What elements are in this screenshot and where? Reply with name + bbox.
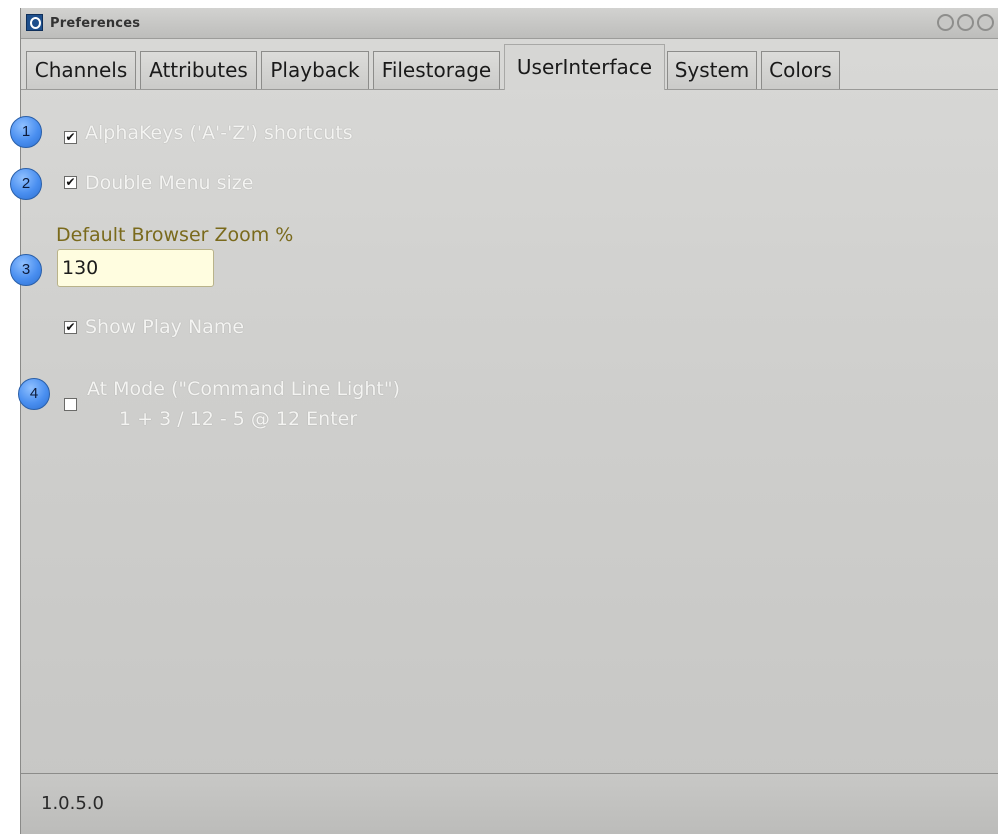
- tab-bar: Channels Attributes Playback Filestorage…: [21, 39, 998, 90]
- status-bar: 1.0.5.0: [21, 773, 998, 834]
- tab-userinterface[interactable]: UserInterface: [504, 44, 665, 90]
- checkmark-icon: ✔: [65, 175, 76, 189]
- callout-3: 3: [10, 254, 42, 286]
- minimize-button[interactable]: [937, 14, 954, 31]
- callout-2: 2: [10, 168, 42, 200]
- tab-filestorage[interactable]: Filestorage: [373, 51, 500, 89]
- browser-zoom-input[interactable]: [57, 249, 214, 287]
- window-title: Preferences: [50, 16, 141, 31]
- tab-playback[interactable]: Playback: [261, 51, 369, 89]
- close-button[interactable]: [977, 14, 994, 31]
- preferences-window: Preferences Channels Attributes Playback…: [20, 8, 998, 834]
- show-play-name-checkbox[interactable]: ✔: [64, 321, 77, 334]
- callout-1: 1: [10, 116, 42, 148]
- tab-attributes[interactable]: Attributes: [140, 51, 257, 89]
- at-mode-checkbox[interactable]: [64, 398, 77, 411]
- tab-colors[interactable]: Colors: [761, 51, 840, 89]
- maximize-button[interactable]: [957, 14, 974, 31]
- double-menu-checkbox[interactable]: ✔: [64, 176, 77, 189]
- checkmark-icon: ✔: [65, 320, 76, 334]
- title-bar[interactable]: Preferences: [21, 8, 998, 39]
- version-label: 1.0.5.0: [41, 793, 104, 814]
- alphakeys-checkbox[interactable]: ✔: [64, 131, 77, 144]
- alphakeys-label: AlphaKeys ('A'-'Z') shortcuts: [85, 122, 353, 144]
- at-mode-example: 1 + 3 / 12 - 5 @ 12 Enter: [119, 408, 358, 430]
- app-logo-icon: [26, 14, 43, 31]
- checkmark-icon: ✔: [65, 130, 76, 144]
- at-mode-label: At Mode ("Command Line Light"): [87, 378, 401, 400]
- double-menu-label: Double Menu size: [85, 172, 254, 194]
- tab-channels[interactable]: Channels: [26, 51, 136, 89]
- tab-system[interactable]: System: [667, 51, 757, 89]
- show-play-name-label: Show Play Name: [85, 316, 245, 338]
- browser-zoom-label: Default Browser Zoom %: [56, 224, 294, 246]
- callout-4: 4: [18, 378, 50, 410]
